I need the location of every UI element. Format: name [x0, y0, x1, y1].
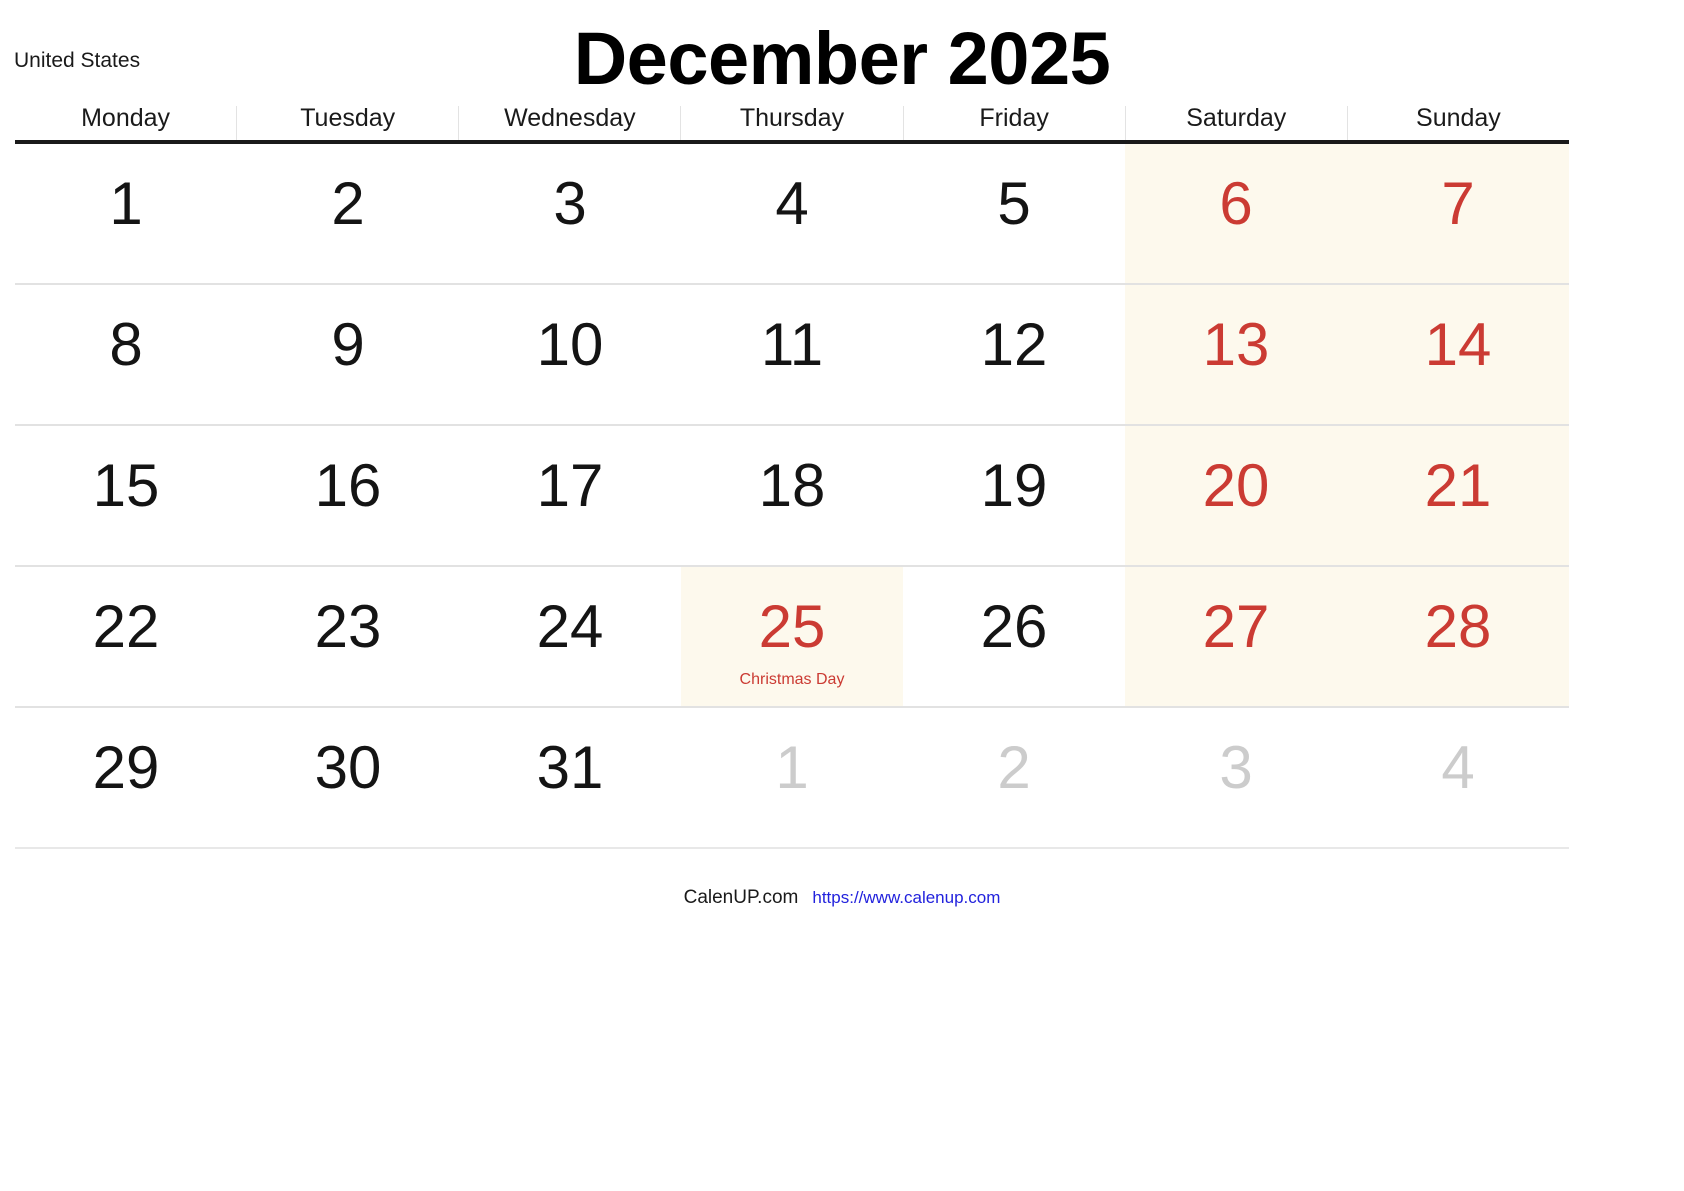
weekday-header-thursday: Thursday [680, 106, 902, 140]
day-number: 3 [553, 170, 587, 237]
day-cell[interactable]: 23 [237, 567, 459, 706]
day-cell[interactable]: 4 [1347, 708, 1569, 847]
weekday-header-sunday: Sunday [1346, 106, 1569, 140]
day-number: 12 [980, 311, 1048, 378]
day-number: 22 [92, 593, 160, 660]
day-cell[interactable]: 29 [15, 708, 237, 847]
weekday-header-wednesday: Wednesday [458, 106, 680, 140]
day-number: 23 [314, 593, 382, 660]
day-number: 5 [997, 170, 1031, 237]
day-number: 15 [92, 452, 160, 519]
day-number: 17 [536, 452, 604, 519]
calendar-week-row: 22 23 24 25 Christmas Day 26 27 28 [15, 567, 1569, 708]
day-cell[interactable]: 3 [1125, 708, 1347, 847]
day-cell[interactable]: 16 [237, 426, 459, 565]
calendar-weeks: 1 2 3 4 5 6 7 8 9 10 11 12 13 14 15 16 17 18 19 20 21 22 23 24 2… [15, 144, 1569, 849]
day-cell[interactable]: 12 [903, 285, 1125, 424]
day-cell[interactable]: 14 [1347, 285, 1569, 424]
day-number: 31 [536, 734, 604, 801]
day-cell[interactable]: 9 [237, 285, 459, 424]
day-number: 19 [980, 452, 1048, 519]
day-cell[interactable]: 15 [15, 426, 237, 565]
day-cell[interactable]: 28 [1347, 567, 1569, 706]
day-number: 3 [1219, 734, 1253, 801]
weekday-header-row: Monday Tuesday Wednesday Thursday Friday Satu… [15, 106, 1569, 144]
day-cell[interactable]: 31 [459, 708, 681, 847]
day-number: 25 [758, 593, 826, 660]
day-cell[interactable]: 30 [237, 708, 459, 847]
day-cell[interactable]: 22 [15, 567, 237, 706]
day-number: 13 [1202, 311, 1270, 378]
day-number: 18 [758, 452, 826, 519]
calendar-grid: Monday Tuesday Wednesday Thursday Friday Satu… [15, 106, 1569, 849]
day-number: 30 [314, 734, 382, 801]
calendar-page: United States December 2025 Monday Tuesda… [0, 0, 1684, 1191]
day-cell[interactable]: 7 [1347, 144, 1569, 283]
calendar-week-row: 8 9 10 11 12 13 14 [15, 285, 1569, 426]
day-cell[interactable]: 11 [681, 285, 903, 424]
day-number: 10 [536, 311, 604, 378]
day-number: 4 [1441, 734, 1475, 801]
weekday-header-monday: Monday [81, 104, 171, 132]
day-cell[interactable]: 6 [1125, 144, 1347, 283]
footer-brand: CalenUP.com [683, 887, 799, 908]
day-cell[interactable]: 24 [459, 567, 681, 706]
day-cell[interactable]: 13 [1125, 285, 1347, 424]
day-number: 26 [980, 593, 1048, 660]
day-number: 14 [1424, 311, 1492, 378]
day-number: 1 [109, 170, 143, 237]
day-cell[interactable]: 2 [237, 144, 459, 283]
day-number: 8 [109, 311, 143, 378]
day-number: 4 [775, 170, 809, 237]
weekday-header-saturday: Saturday [1124, 106, 1347, 140]
day-number: 28 [1424, 593, 1492, 660]
day-cell[interactable]: 25 Christmas Day [681, 567, 903, 706]
day-number: 2 [997, 734, 1031, 801]
calendar-week-row: 29 30 31 1 2 3 4 [15, 708, 1569, 849]
day-number: 24 [536, 593, 604, 660]
day-number: 11 [760, 311, 824, 378]
footer-url-link[interactable]: https://www.calenup.com [812, 888, 1000, 907]
day-number: 6 [1219, 170, 1253, 237]
calendar-week-row: 1 2 3 4 5 6 7 [15, 144, 1569, 285]
calendar-header: United States December 2025 [0, 0, 1684, 100]
day-number: 16 [314, 452, 382, 519]
day-cell[interactable]: 18 [681, 426, 903, 565]
day-number: 29 [92, 734, 160, 801]
day-cell[interactable]: 3 [459, 144, 681, 283]
day-cell[interactable]: 20 [1125, 426, 1347, 565]
day-cell[interactable]: 1 [15, 144, 237, 283]
day-number: 9 [331, 311, 365, 378]
page-title: December 2025 [573, 17, 1111, 100]
weekday-header-friday: Friday [902, 106, 1125, 140]
calendar-week-row: 15 16 17 18 19 20 21 [15, 426, 1569, 567]
footer: CalenUP.com https://www.calenup.com [0, 888, 1684, 907]
day-cell[interactable]: 4 [681, 144, 903, 283]
day-number: 2 [331, 170, 365, 237]
day-number: 27 [1202, 593, 1270, 660]
day-cell[interactable]: 17 [459, 426, 681, 565]
holiday-label: Christmas Day [739, 671, 845, 688]
day-cell[interactable]: 19 [903, 426, 1125, 565]
day-cell[interactable]: 26 [903, 567, 1125, 706]
day-cell[interactable]: 5 [903, 144, 1125, 283]
day-cell[interactable]: 27 [1125, 567, 1347, 706]
day-number: 21 [1424, 452, 1492, 519]
day-number: 1 [775, 734, 809, 801]
day-cell[interactable]: 8 [15, 285, 237, 424]
day-number: 7 [1441, 170, 1475, 237]
weekday-header-tuesday: Tuesday [236, 106, 458, 140]
day-cell[interactable]: 1 [681, 708, 903, 847]
day-number: 20 [1202, 452, 1270, 519]
day-cell[interactable]: 2 [903, 708, 1125, 847]
day-cell[interactable]: 21 [1347, 426, 1569, 565]
day-cell[interactable]: 10 [459, 285, 681, 424]
